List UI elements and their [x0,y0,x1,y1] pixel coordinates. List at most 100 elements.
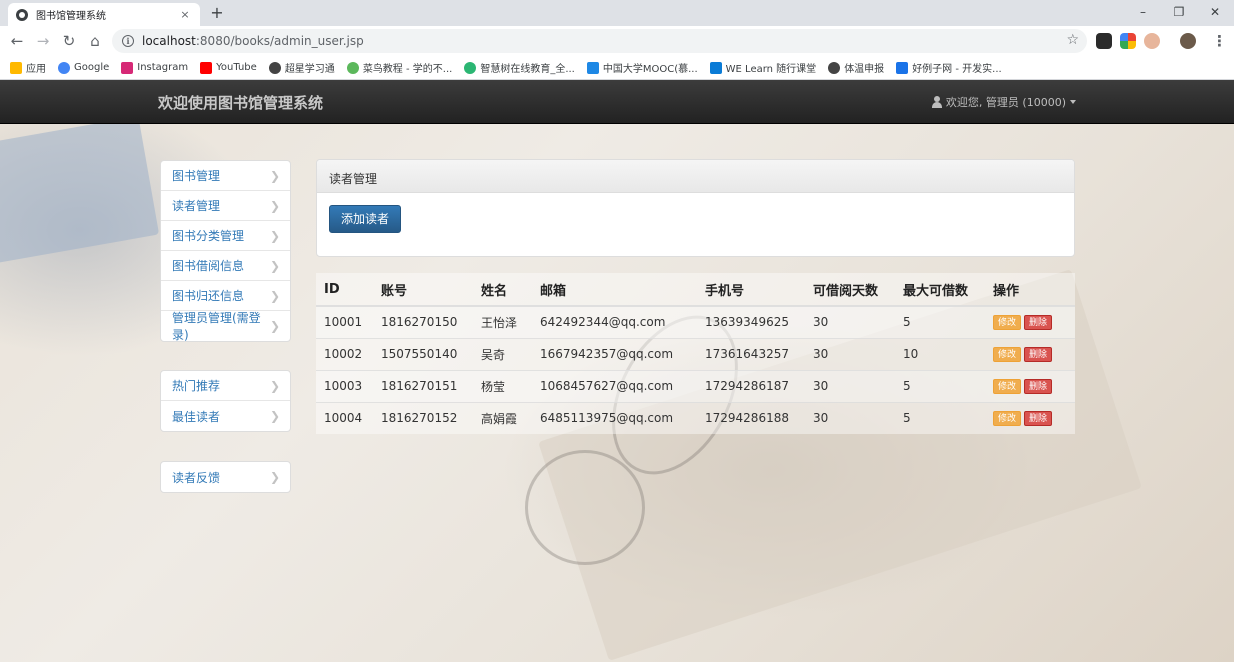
sidebar-menu-feedback: 读者反馈 ❯ [160,461,291,493]
cell-name: 杨莹 [473,369,532,402]
sidebar-item-category-management[interactable]: 图书分类管理 ❯ [161,221,290,251]
background-book-image [0,116,160,264]
browser-tab[interactable]: 图书馆管理系统 × [8,3,200,26]
cell-borrow-days: 30 [805,305,895,338]
cell-phone: 17294286188 [697,401,805,434]
minimize-icon[interactable]: – [1132,3,1154,21]
edit-button[interactable]: 修改 [993,379,1022,394]
user-dropdown[interactable]: 欢迎您, 管理员 (10000) [931,94,1076,110]
column-header: 手机号 [697,273,805,307]
home-icon[interactable]: ⌂ [86,32,104,50]
chevron-right-icon: ❯ [269,258,280,273]
cell-actions: 修改 删除 [985,401,1075,434]
bookmarks-bar: 应用 Google Instagram YouTube 超星学习通 菜鸟教程 -… [0,56,1234,80]
chevron-right-icon: ❯ [269,470,280,484]
tab-close-icon[interactable]: × [178,8,192,21]
table-row: 10001 1816270150 王怡泽 642492344@qq.com 13… [316,305,1075,338]
chevron-right-icon: ❯ [269,288,280,303]
chevron-right-icon: ❯ [269,198,280,213]
cell-email: 1068457627@qq.com [532,369,697,402]
edit-button[interactable]: 修改 [993,347,1022,362]
bookmark-item[interactable]: 智慧树在线教育_全... [464,60,575,75]
url-bar[interactable]: i localhost:8080/books/admin_user.jsp ☆ [112,29,1087,53]
column-header: 邮箱 [532,273,697,307]
bookmark-item[interactable]: Google [58,61,109,74]
bookmark-item[interactable]: 中国大学MOOC(慕... [586,60,698,75]
edit-button[interactable]: 修改 [993,315,1022,331]
cell-borrow-days: 30 [805,337,895,370]
bookmark-item[interactable]: 应用 [10,60,46,75]
cell-name: 王怡泽 [473,305,532,338]
delete-button[interactable]: 删除 [1024,315,1053,331]
forward-arrow-icon[interactable]: → [34,32,52,50]
brand-title[interactable]: 欢迎使用图书馆管理系统 [158,92,323,113]
bookmark-item[interactable]: 体温申报 [828,60,884,75]
more-menu-icon[interactable]: ⋮ [1212,32,1227,50]
bookmark-item[interactable]: YouTube [200,61,257,74]
cell-id: 10001 [316,305,373,338]
cell-actions: 修改 删除 [985,369,1075,402]
cell-id: 10003 [316,369,373,402]
cell-email: 1667942357@qq.com [532,337,697,370]
bookmark-item[interactable]: 好例子网 - 开发实... [896,60,1002,75]
new-tab-button[interactable]: + [208,4,226,22]
chevron-right-icon: ❯ [269,378,280,393]
chevron-right-icon: ❯ [269,409,280,423]
table-row: 10004 1816270152 高娟霞 6485113975@qq.com 1… [316,401,1075,434]
maximize-icon[interactable]: ❐ [1168,3,1190,21]
reader-management-panel: 读者管理 添加读者 [316,159,1075,257]
back-arrow-icon[interactable]: ← [8,32,26,50]
info-icon[interactable]: i [122,35,134,47]
tab-title: 图书馆管理系统 [36,11,106,22]
extension-icon[interactable] [1096,33,1112,49]
cell-max-borrow: 5 [895,305,985,338]
chevron-right-icon: ❯ [269,228,280,243]
bookmark-item[interactable]: 菜鸟教程 - 学的不... [346,60,452,75]
window-close-icon[interactable]: ✕ [1204,3,1226,21]
column-header: 账号 [373,273,473,307]
sidebar-item-reader-feedback[interactable]: 读者反馈 ❯ [161,462,290,492]
cell-name: 高娟霞 [473,401,532,434]
sidebar-item-borrow-info[interactable]: 图书借阅信息 ❯ [161,251,290,281]
cell-actions: 修改 删除 [985,337,1075,370]
bookmark-item[interactable]: Instagram [121,61,188,74]
column-header: 最大可借数 [895,273,985,307]
bookmark-item[interactable]: 超星学习通 [268,60,335,75]
background-glasses-image [525,450,645,565]
add-reader-button[interactable]: 添加读者 [329,205,402,233]
sidebar-item-reader-management[interactable]: 读者管理 ❯ [161,191,290,221]
sidebar-item-hot-recommend[interactable]: 热门推荐 ❯ [161,371,290,401]
delete-button[interactable]: 删除 [1024,347,1053,362]
cell-borrow-days: 30 [805,401,895,434]
cell-phone: 13639349625 [697,305,805,338]
cell-max-borrow: 5 [895,401,985,434]
cell-id: 10004 [316,401,373,434]
bookmark-item[interactable]: WE Learn 随行课堂 [709,60,816,75]
cell-email: 6485113975@qq.com [532,401,697,434]
caret-down-icon [1070,100,1076,104]
globe-icon [16,8,28,21]
cell-name: 吴奇 [473,337,532,370]
extension-icon[interactable] [1144,33,1160,49]
column-header: 可借阅天数 [805,273,895,307]
profile-avatar[interactable] [1180,33,1196,49]
delete-button[interactable]: 删除 [1024,379,1053,394]
column-header: ID [316,273,373,307]
cell-max-borrow: 5 [895,369,985,402]
extension-icon[interactable] [1120,33,1136,49]
edit-button[interactable]: 修改 [993,411,1022,427]
bookmark-star-icon[interactable]: ☆ [1066,32,1079,48]
sidebar-menu-recommend: 热门推荐 ❯ 最佳读者 ❯ [160,370,291,432]
table-row: 10002 1507550140 吴奇 1667942357@qq.com 17… [316,337,1075,370]
sidebar-item-admin-management[interactable]: 管理员管理(需登录) ❯ [161,311,290,342]
cell-account: 1816270151 [373,369,473,402]
sidebar-item-best-reader[interactable]: 最佳读者 ❯ [161,401,290,431]
cell-max-borrow: 10 [895,337,985,370]
reload-icon[interactable]: ↻ [60,32,78,50]
sidebar-item-book-management[interactable]: 图书管理 ❯ [161,161,290,191]
delete-button[interactable]: 删除 [1024,411,1053,427]
cell-phone: 17361643257 [697,337,805,370]
cell-account: 1507550140 [373,337,473,370]
chevron-right-icon: ❯ [269,168,280,183]
sidebar-item-return-info[interactable]: 图书归还信息 ❯ [161,281,290,311]
